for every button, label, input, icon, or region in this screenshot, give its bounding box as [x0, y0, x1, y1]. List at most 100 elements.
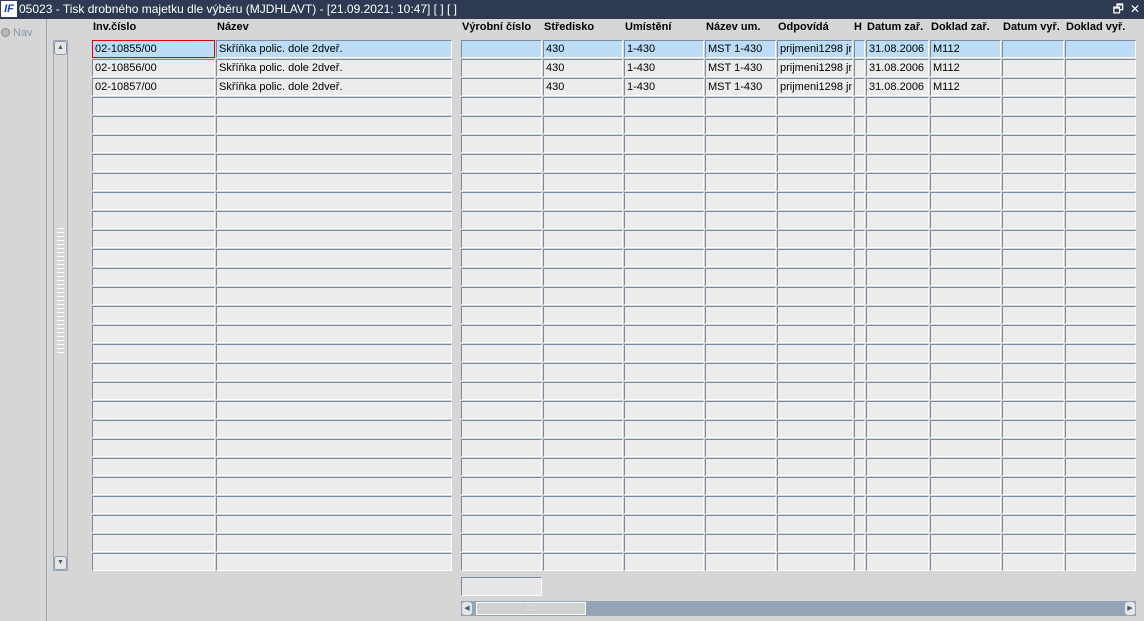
cell-h[interactable] [854, 135, 865, 153]
cell-stredisko[interactable] [543, 458, 623, 476]
cell-doklad_vyr[interactable] [1065, 553, 1136, 571]
cell-stredisko[interactable] [543, 325, 623, 343]
cell-umisteni[interactable]: 1-430 [624, 59, 704, 77]
column-header-h[interactable]: H [854, 21, 862, 33]
cell-inv[interactable] [92, 534, 215, 552]
cell-datum_vyr[interactable] [1002, 363, 1064, 381]
cell-vyrobni[interactable] [461, 477, 542, 495]
horizontal-scrollbar[interactable]: ◀ ⁚⁚⁚⁚ ▶ [461, 601, 1136, 616]
cell-vyrobni[interactable] [461, 363, 542, 381]
cell-umisteni[interactable] [624, 363, 704, 381]
cell-odpovida[interactable]: prijmeni1298 jm [777, 78, 853, 96]
cell-umisteni[interactable] [624, 116, 704, 134]
cell-vyrobni[interactable] [461, 211, 542, 229]
cell-odpovida[interactable]: prijmeni1298 jm [777, 40, 853, 58]
cell-inv[interactable] [92, 325, 215, 343]
cell-doklad_zar[interactable] [930, 192, 1001, 210]
cell-doklad_zar[interactable] [930, 515, 1001, 533]
cell-nazev[interactable] [216, 154, 452, 172]
cell-stredisko[interactable] [543, 116, 623, 134]
cell-doklad_vyr[interactable] [1065, 173, 1136, 191]
cell-nazev[interactable] [216, 325, 452, 343]
cell-stredisko[interactable] [543, 401, 623, 419]
column-header-datum_vyr[interactable]: Datum vyř. [1003, 21, 1060, 33]
cell-datum_zar[interactable]: 31.08.2006 [866, 40, 929, 58]
cell-nazev[interactable] [216, 344, 452, 362]
extra-field[interactable] [461, 577, 542, 596]
cell-datum_zar[interactable] [866, 116, 929, 134]
cell-doklad_vyr[interactable] [1065, 477, 1136, 495]
cell-nazev[interactable]: Skříňka polic. dole 2dveř. [216, 40, 452, 58]
cell-datum_zar[interactable] [866, 439, 929, 457]
cell-datum_vyr[interactable] [1002, 439, 1064, 457]
cell-inv[interactable] [92, 477, 215, 495]
column-header-doklad_vyr[interactable]: Doklad vyř. [1066, 21, 1125, 33]
cell-h[interactable] [854, 268, 865, 286]
cell-h[interactable] [854, 344, 865, 362]
cell-umisteni[interactable] [624, 382, 704, 400]
cell-doklad_vyr[interactable] [1065, 382, 1136, 400]
cell-stredisko[interactable] [543, 439, 623, 457]
cell-stredisko[interactable] [543, 496, 623, 514]
cell-datum_zar[interactable] [866, 534, 929, 552]
cell-vyrobni[interactable] [461, 97, 542, 115]
cell-doklad_zar[interactable] [930, 154, 1001, 172]
cell-vyrobni[interactable] [461, 439, 542, 457]
cell-nazev_um[interactable] [705, 344, 776, 362]
cell-odpovida[interactable] [777, 458, 853, 476]
cell-vyrobni[interactable] [461, 534, 542, 552]
cell-doklad_zar[interactable] [930, 420, 1001, 438]
cell-h[interactable] [854, 420, 865, 438]
cell-datum_vyr[interactable] [1002, 211, 1064, 229]
cell-inv[interactable] [92, 173, 215, 191]
cell-nazev_um[interactable] [705, 173, 776, 191]
nav-radio[interactable]: Nav [1, 27, 33, 39]
column-header-nazev_um[interactable]: Název um. [706, 21, 760, 33]
cell-doklad_zar[interactable] [930, 534, 1001, 552]
cell-nazev_um[interactable] [705, 534, 776, 552]
cell-datum_zar[interactable] [866, 287, 929, 305]
cell-stredisko[interactable] [543, 420, 623, 438]
cell-nazev[interactable]: Skříňka polic. dole 2dveř. [216, 59, 452, 77]
cell-datum_zar[interactable] [866, 477, 929, 495]
cell-odpovida[interactable] [777, 116, 853, 134]
cell-datum_zar[interactable] [866, 173, 929, 191]
cell-inv[interactable] [92, 515, 215, 533]
cell-nazev_um[interactable] [705, 363, 776, 381]
cell-datum_vyr[interactable] [1002, 534, 1064, 552]
cell-inv[interactable] [92, 192, 215, 210]
cell-doklad_zar[interactable] [930, 344, 1001, 362]
cell-nazev[interactable] [216, 553, 452, 571]
cell-datum_vyr[interactable] [1002, 230, 1064, 248]
cell-umisteni[interactable] [624, 534, 704, 552]
cell-h[interactable] [854, 78, 865, 96]
cell-umisteni[interactable] [624, 192, 704, 210]
cell-h[interactable] [854, 97, 865, 115]
cell-odpovida[interactable] [777, 192, 853, 210]
cell-odpovida[interactable]: prijmeni1298 jm [777, 59, 853, 77]
cell-vyrobni[interactable] [461, 230, 542, 248]
cell-stredisko[interactable] [543, 230, 623, 248]
cell-h[interactable] [854, 116, 865, 134]
cell-umisteni[interactable] [624, 515, 704, 533]
cell-umisteni[interactable] [624, 420, 704, 438]
cell-odpovida[interactable] [777, 363, 853, 381]
cell-inv[interactable] [92, 420, 215, 438]
cell-nazev[interactable]: Skříňka polic. dole 2dveř. [216, 78, 452, 96]
cell-inv[interactable]: 02-10857/00 [92, 78, 215, 96]
cell-doklad_zar[interactable] [930, 173, 1001, 191]
cell-umisteni[interactable] [624, 135, 704, 153]
cell-inv[interactable] [92, 230, 215, 248]
cell-umisteni[interactable]: 1-430 [624, 40, 704, 58]
cell-datum_vyr[interactable] [1002, 401, 1064, 419]
cell-vyrobni[interactable] [461, 78, 542, 96]
cell-umisteni[interactable] [624, 154, 704, 172]
cell-datum_zar[interactable] [866, 97, 929, 115]
cell-odpovida[interactable] [777, 249, 853, 267]
column-header-vyrobni[interactable]: Výrobní číslo [462, 21, 531, 33]
cell-vyrobni[interactable] [461, 116, 542, 134]
cell-datum_vyr[interactable] [1002, 382, 1064, 400]
cell-nazev[interactable] [216, 363, 452, 381]
cell-nazev[interactable] [216, 287, 452, 305]
column-header-doklad_zar[interactable]: Doklad zař. [931, 21, 990, 33]
